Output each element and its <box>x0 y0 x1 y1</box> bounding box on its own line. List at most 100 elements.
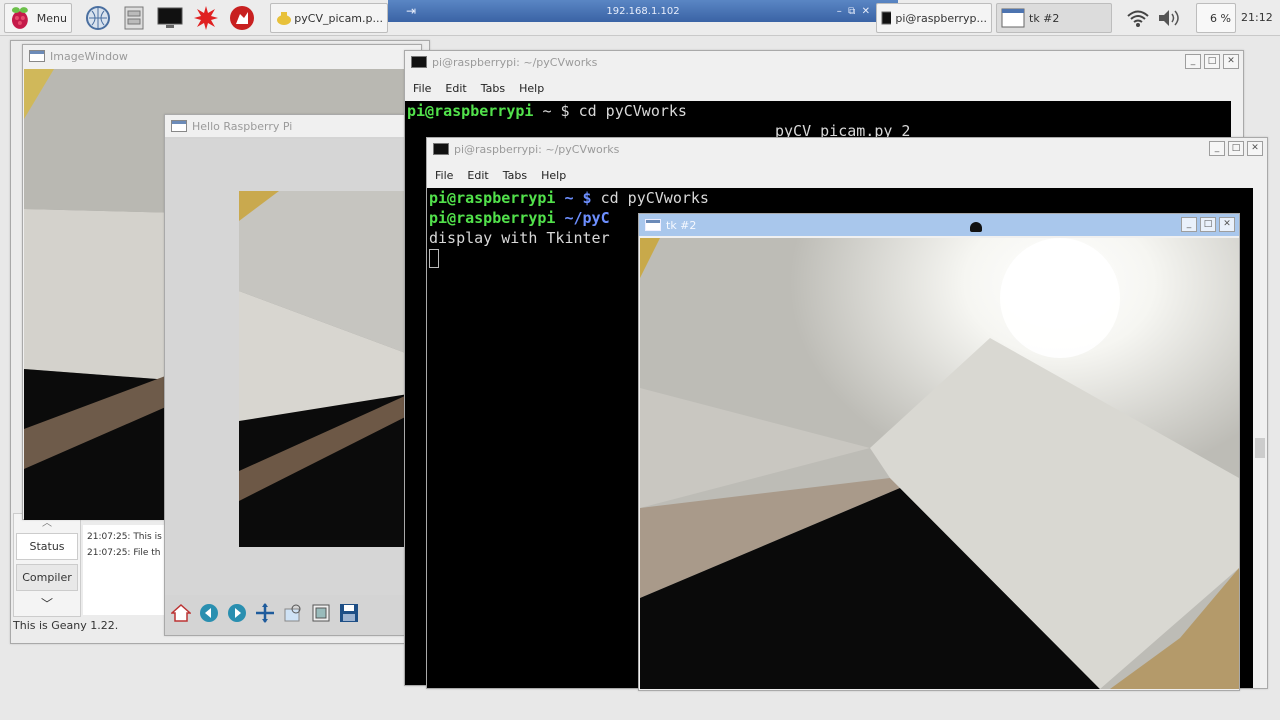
back-arrow-icon <box>200 604 218 622</box>
menu-edit[interactable]: Edit <box>467 169 488 182</box>
menu-edit[interactable]: Edit <box>445 82 466 95</box>
menu-help[interactable]: Help <box>519 82 544 95</box>
prompt-user: pi@raspberrypi <box>429 209 556 227</box>
wifi-icon <box>1127 10 1149 27</box>
menu-tabs[interactable]: Tabs <box>503 169 527 182</box>
maximize-button[interactable]: □ <box>1228 141 1244 156</box>
speaker-icon <box>1159 10 1179 26</box>
figure-toolbar <box>169 601 365 625</box>
forward-button[interactable] <box>225 601 249 625</box>
titlebar[interactable]: ImageWindow <box>23 45 421 67</box>
window-title: Hello Raspberry Pi <box>192 119 293 133</box>
message-tabs: ︿ Status Compiler ﹀ <box>13 513 81 617</box>
configure-button[interactable] <box>309 601 333 625</box>
menu-tabs[interactable]: Tabs <box>481 82 505 95</box>
menu-file[interactable]: File <box>413 82 431 95</box>
message-line: 21:07:25: This is <box>87 532 162 542</box>
terminal-icon <box>881 11 892 25</box>
task-label: pyCV_picam.p... <box>294 11 383 25</box>
window-icon <box>171 120 187 132</box>
vnc-window-controls[interactable]: – ⧉ ✕ <box>837 6 870 17</box>
chevron-down-icon[interactable]: ﹀ <box>14 595 80 612</box>
command-text: cd pyCVworks <box>591 189 709 207</box>
titlebar[interactable]: pi@raspberrypi: ~/pyCVworks _ □ ✕ <box>405 51 1243 73</box>
camera-image <box>239 191 427 547</box>
maximize-button[interactable]: □ <box>1200 217 1216 232</box>
prompt-user: pi@raspberrypi <box>407 102 534 120</box>
window-icon <box>645 219 661 231</box>
prompt-path: ~ $ <box>555 189 592 207</box>
task-label: tk #2 <box>1029 11 1060 25</box>
close-button[interactable]: ✕ <box>1223 54 1239 69</box>
message-list: 21:07:25: This is 21:07:25: File th <box>83 525 173 615</box>
back-button[interactable] <box>197 601 221 625</box>
menubar: File Edit Tabs Help <box>405 77 1243 99</box>
mathematica-launcher[interactable] <box>192 4 220 32</box>
scrollbar-thumb[interactable] <box>1255 438 1265 458</box>
task-terminal[interactable]: pi@raspberryp... <box>876 3 992 33</box>
task-label: pi@raspberryp... <box>895 11 987 25</box>
minimize-button[interactable]: _ <box>1185 54 1201 69</box>
task-geany[interactable]: pyCV_picam.p... <box>270 3 388 33</box>
menu-file[interactable]: File <box>435 169 453 182</box>
forward-arrow-icon <box>228 604 246 622</box>
text-cursor <box>429 249 439 268</box>
vnc-toolbar[interactable]: ⇥ 192.168.1.102 – ⧉ ✕ <box>388 0 898 22</box>
prompt-user: pi@raspberrypi <box>429 189 556 207</box>
spiky-star-icon <box>194 6 218 30</box>
zoom-rect-icon <box>284 604 301 622</box>
window-icon <box>1001 8 1025 28</box>
subplots-icon <box>312 604 330 622</box>
clock[interactable]: 21:12 <box>1241 11 1273 24</box>
maximize-button[interactable]: □ <box>1204 54 1220 69</box>
pin-icon[interactable]: ⇥ <box>406 4 416 18</box>
titlebar[interactable]: tk #2 _ □ ✕ <box>639 214 1239 236</box>
prompt-path: ~/pyC <box>555 209 610 227</box>
raspberry-icon <box>11 7 28 29</box>
terminal-icon <box>433 143 449 155</box>
volume-indicator[interactable] <box>1154 4 1182 32</box>
message-line: 21:07:25: File th <box>87 548 161 558</box>
tab-compiler[interactable]: Compiler <box>16 564 78 591</box>
home-button[interactable] <box>169 601 193 625</box>
statusbar: This is Geany 1.22. <box>13 619 119 632</box>
cpu-usage: 6 % <box>1210 11 1231 25</box>
task-tk2[interactable]: tk #2 <box>996 3 1112 33</box>
minimize-button[interactable]: _ <box>1209 141 1225 156</box>
menu-button[interactable]: Menu <box>4 3 72 33</box>
menubar: File Edit Tabs Help <box>427 164 1267 186</box>
window-title: pi@raspberrypi: ~/pyCVworks <box>432 55 598 69</box>
close-button[interactable]: ✕ <box>1219 217 1235 232</box>
cpu-monitor: 6 % <box>1196 3 1236 33</box>
monitor-icon <box>157 7 183 28</box>
window-title: tk #2 <box>666 218 697 232</box>
window-title: ImageWindow <box>50 49 128 63</box>
window-icon <box>29 50 45 62</box>
camera-image <box>640 238 1239 689</box>
menu-label: Menu <box>36 11 67 25</box>
titlebar[interactable]: pi@raspberrypi: ~/pyCVworks _ □ ✕ <box>427 138 1267 160</box>
window-title: pi@raspberrypi: ~/pyCVworks <box>454 142 620 156</box>
home-icon <box>171 603 191 622</box>
move-icon <box>256 603 274 623</box>
titlebar[interactable]: Hello Raspberry Pi <box>165 115 425 137</box>
minimize-button[interactable]: _ <box>1181 217 1197 232</box>
wolf-icon <box>230 6 254 30</box>
globe-icon <box>86 6 110 30</box>
close-button[interactable]: ✕ <box>1247 141 1263 156</box>
save-button[interactable] <box>337 601 361 625</box>
file-manager-launcher[interactable] <box>120 4 148 32</box>
tab-status[interactable]: Status <box>16 533 78 560</box>
terminal-launcher[interactable] <box>156 4 184 32</box>
output-text: display with Tkinter <box>429 229 610 247</box>
pan-button[interactable] <box>253 601 277 625</box>
browser-launcher[interactable] <box>84 4 112 32</box>
menu-help[interactable]: Help <box>541 169 566 182</box>
vnc-host: 192.168.1.102 <box>606 5 680 17</box>
floppy-disk-icon <box>340 604 358 622</box>
wolfram-launcher[interactable] <box>228 4 256 32</box>
file-cabinet-icon <box>124 6 144 30</box>
tk2-window: tk #2 _ □ ✕ <box>638 213 1240 691</box>
wifi-indicator[interactable] <box>1124 4 1152 32</box>
zoom-button[interactable] <box>281 601 305 625</box>
